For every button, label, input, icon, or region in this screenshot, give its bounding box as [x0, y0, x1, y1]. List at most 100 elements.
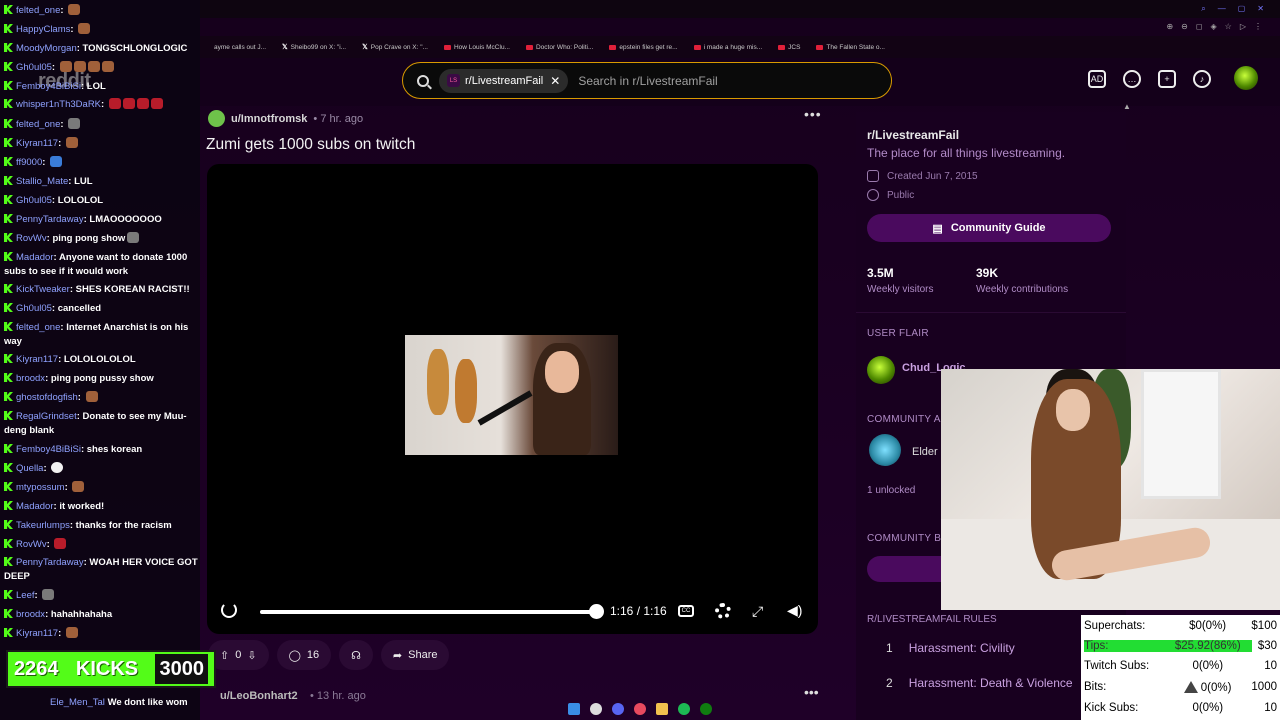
chat-username[interactable]: MoodyMorgan: [16, 43, 77, 54]
volume-icon[interactable]: ◀): [787, 602, 802, 619]
chat-username[interactable]: Madador: [16, 252, 54, 263]
menu-icon[interactable]: ⋮: [1254, 22, 1262, 31]
share-button[interactable]: ➦ Share: [380, 640, 450, 670]
chat-username[interactable]: RegalGrindset: [16, 411, 77, 422]
chat-username[interactable]: Gh0ul05: [16, 62, 52, 73]
scroll-up-icon[interactable]: ▲: [1123, 102, 1131, 111]
chat-username[interactable]: RovWv: [16, 233, 47, 244]
maximize-icon[interactable]: ▢: [1238, 4, 1246, 14]
search-bar[interactable]: LS r/LivestreamFail ✕ Search in r/Livest…: [402, 62, 892, 99]
chat-username[interactable]: HappyClams: [16, 24, 70, 35]
notification-bell-icon[interactable]: ♪: [1193, 70, 1211, 88]
settings-gear-icon[interactable]: [715, 603, 731, 619]
minimize-icon[interactable]: —: [1218, 4, 1226, 14]
achievement-badge-icon[interactable]: [869, 434, 901, 466]
award-button[interactable]: ☊: [339, 640, 373, 670]
chat-username[interactable]: ff9000: [16, 157, 42, 168]
chat-username[interactable]: Gh0ul05: [16, 195, 52, 206]
bookmark-partial[interactable]: ayme calls out J...: [214, 44, 266, 51]
chat-username[interactable]: Gh0ul05: [16, 303, 52, 314]
bookmark-item[interactable]: The Fallen State o...: [816, 44, 885, 51]
chat-username[interactable]: felted_one: [16, 119, 60, 130]
fullscreen-icon[interactable]: ⤢: [752, 603, 763, 620]
video-progress-bar[interactable]: [260, 610, 596, 614]
chat-username[interactable]: RovWv: [16, 539, 47, 550]
post-time-value: 7 hr. ago: [320, 112, 364, 125]
post-author[interactable]: u/Imnotfromsk: [231, 113, 307, 125]
x-icon: 𝕏: [282, 44, 288, 51]
chat-username[interactable]: Leef: [16, 590, 35, 601]
chat-username[interactable]: mtypossum: [16, 482, 65, 493]
bookmark-item[interactable]: How Louis McClu...: [443, 43, 510, 51]
post-more-icon[interactable]: •••: [804, 106, 822, 122]
bookmark-item[interactable]: JCS: [778, 44, 800, 51]
xbox-icon[interactable]: [700, 703, 712, 715]
bookmark-item[interactable]: i made a huge mis...: [693, 44, 762, 51]
chat-username[interactable]: Quella: [16, 463, 43, 474]
search-input[interactable]: Search in r/LivestreamFail: [578, 74, 717, 88]
chat-username[interactable]: KickTweaker: [16, 284, 70, 295]
replay-icon[interactable]: [221, 602, 237, 618]
search-icon[interactable]: [590, 703, 602, 715]
user-avatar[interactable]: [1234, 66, 1258, 90]
chat-username[interactable]: Takeurlumps: [16, 520, 70, 531]
video-scrubber[interactable]: [589, 604, 604, 619]
folder-icon[interactable]: [656, 703, 668, 715]
zoom-out-icon[interactable]: ⊖: [1181, 22, 1188, 31]
upvote-icon[interactable]: ⇧: [220, 649, 229, 662]
create-post-icon[interactable]: +: [1158, 70, 1176, 88]
chat-username[interactable]: Kiyran117: [16, 628, 58, 639]
bookmark-item[interactable]: Doctor Who: Politi...: [525, 44, 593, 51]
bookmark-icon[interactable]: ☆: [1225, 22, 1232, 31]
close-icon[interactable]: ✕: [1257, 4, 1264, 14]
chat-username[interactable]: Femboy4BiBiSi: [16, 444, 81, 455]
chip-close-icon[interactable]: ✕: [550, 74, 560, 88]
bookmark-item[interactable]: 𝕏 Pop Crave on X: "...: [362, 43, 428, 52]
chat-separator: :: [60, 119, 67, 130]
start-icon[interactable]: [568, 703, 580, 715]
post-title[interactable]: Zumi gets 1000 subs on twitch: [206, 136, 415, 154]
bookmark-label: How Louis McClu...: [453, 43, 510, 51]
advertise-icon[interactable]: AD: [1088, 70, 1106, 88]
next-post-author[interactable]: u/LeoBonhart2: [220, 690, 298, 702]
browser-icon[interactable]: [634, 703, 646, 715]
youtube-icon: [778, 44, 786, 50]
community-guide-button[interactable]: ▤ Community Guide: [867, 214, 1111, 242]
spotify-icon[interactable]: [678, 703, 690, 715]
search-icon[interactable]: ⌕: [1201, 4, 1205, 14]
emote-icon: [68, 4, 81, 15]
video-player[interactable]: [207, 164, 818, 634]
community-name[interactable]: r/LivestreamFail: [867, 128, 959, 142]
chat-username[interactable]: Ele_Men_Tal: [50, 697, 105, 708]
chat-username[interactable]: Kiyran117: [16, 354, 58, 365]
shield-icon[interactable]: ◈: [1211, 22, 1217, 31]
author-avatar[interactable]: [208, 110, 225, 127]
downvote-icon[interactable]: ⇩: [247, 649, 256, 662]
chat-username[interactable]: felted_one: [16, 5, 60, 16]
chat-username[interactable]: whisper1nTh3DaRK: [16, 99, 101, 110]
play-icon[interactable]: ▷: [1240, 22, 1246, 31]
next-post-more-icon[interactable]: •••: [804, 684, 819, 700]
discord-icon[interactable]: [612, 703, 624, 715]
chat-username[interactable]: Stallio_Mate: [16, 176, 68, 187]
chat-username[interactable]: broodx: [16, 609, 45, 620]
chat-icon[interactable]: …: [1123, 70, 1141, 88]
achievements-unlocked[interactable]: 1 unlocked: [867, 485, 915, 496]
subreddit-chip[interactable]: LS r/LivestreamFail ✕: [439, 68, 569, 93]
bookmark-item[interactable]: epstein files get re...: [609, 44, 678, 51]
extension-icon[interactable]: ◻: [1196, 22, 1203, 31]
chat-username[interactable]: ghostofdogfish: [16, 392, 78, 403]
bookmark-item[interactable]: 𝕏 Sheibo99 on X: "i...: [282, 43, 346, 52]
chat-username[interactable]: PennyTardaway: [16, 557, 84, 568]
chat-username[interactable]: PennyTardaway: [16, 214, 84, 225]
chat-username[interactable]: Femboy4BiBiSi: [16, 81, 81, 92]
rule-item[interactable]: 2 Harassment: Death & Violence: [886, 676, 1073, 690]
rule-item[interactable]: 1 Harassment: Civility: [886, 641, 1015, 655]
captions-icon[interactable]: CC: [678, 605, 694, 617]
chat-username[interactable]: felted_one: [16, 322, 60, 333]
zoom-icon[interactable]: ⊕: [1166, 22, 1173, 31]
comments-button[interactable]: ◯ 16: [276, 640, 332, 670]
chat-username[interactable]: Madador: [16, 501, 54, 512]
chat-username[interactable]: Kiyran117: [16, 138, 58, 149]
chat-username[interactable]: broodx: [16, 373, 45, 384]
